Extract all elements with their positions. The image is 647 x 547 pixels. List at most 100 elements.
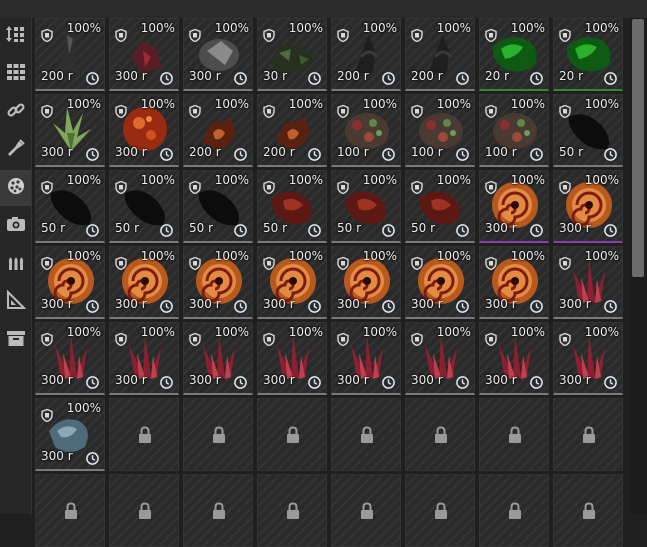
inventory-item-slot[interactable]: 100% 100 r bbox=[331, 94, 401, 167]
inventory-item-slot[interactable]: 100% 100 r bbox=[405, 94, 475, 167]
inventory-item-slot[interactable]: 100% 200 r bbox=[331, 18, 401, 91]
inventory-item-slot[interactable]: 100% 50 r bbox=[109, 170, 179, 243]
scrollbar-thumb[interactable] bbox=[632, 19, 644, 277]
shield-icon bbox=[263, 27, 275, 43]
inventory-item-slot[interactable]: 100% 20 r bbox=[479, 18, 549, 91]
item-price: 300 r bbox=[189, 69, 221, 83]
inventory-item-slot[interactable]: 100% 300 r bbox=[257, 322, 327, 395]
item-durability: 100% bbox=[214, 21, 249, 35]
inventory-item-slot[interactable]: 100% 300 r bbox=[109, 18, 179, 91]
sidebar-tab-orb[interactable] bbox=[0, 170, 31, 206]
inventory-item-slot[interactable]: 100% 300 r bbox=[405, 246, 475, 319]
clock-icon bbox=[308, 298, 321, 313]
sidebar-tab-triangle-ruler[interactable] bbox=[0, 284, 31, 320]
clock-icon bbox=[382, 298, 395, 313]
inventory-item-slot[interactable]: 100% 200 r bbox=[257, 94, 327, 167]
item-price: 50 r bbox=[41, 221, 66, 235]
inventory-item-slot[interactable]: 100% 200 r bbox=[405, 18, 475, 91]
item-price: 100 r bbox=[411, 145, 443, 159]
inventory-item-slot[interactable]: 100% 300 r bbox=[109, 246, 179, 319]
item-durability: 100% bbox=[362, 97, 397, 111]
flashlight-icon bbox=[6, 138, 26, 162]
shield-icon bbox=[559, 255, 571, 271]
inventory-item-slot[interactable]: 100% 100 r bbox=[479, 94, 549, 167]
inventory-item-slot[interactable]: 100% 50 r bbox=[35, 170, 105, 243]
inventory-item-slot[interactable]: 100% 300 r bbox=[35, 322, 105, 395]
item-durability: 100% bbox=[140, 173, 175, 187]
inventory-item-slot[interactable]: 100% 300 r bbox=[35, 246, 105, 319]
clock-icon bbox=[604, 374, 617, 389]
lock-icon bbox=[434, 502, 448, 520]
clock-icon bbox=[86, 70, 99, 85]
orb-icon bbox=[6, 176, 26, 200]
shield-icon bbox=[559, 331, 571, 347]
inventory-item-slot[interactable]: 100% 50 r bbox=[183, 170, 253, 243]
inventory-item-slot[interactable]: 100% 300 r bbox=[479, 322, 549, 395]
inventory-item-slot[interactable]: 100% 30 r bbox=[257, 18, 327, 91]
sidebar-tab-ammo[interactable] bbox=[0, 246, 31, 282]
inventory-item-slot[interactable]: 100% 200 r bbox=[35, 18, 105, 91]
clock-icon bbox=[234, 374, 247, 389]
shield-icon bbox=[485, 103, 497, 119]
scrollbar[interactable] bbox=[630, 18, 647, 514]
locked-slot bbox=[405, 474, 475, 547]
sidebar-tab-link[interactable] bbox=[0, 94, 31, 130]
inventory-item-slot[interactable]: 100% 300 r bbox=[331, 322, 401, 395]
clock-icon bbox=[160, 70, 173, 85]
locked-slot bbox=[257, 474, 327, 547]
clock-icon bbox=[456, 222, 469, 237]
sidebar-tab-camera[interactable] bbox=[0, 208, 31, 244]
inventory-item-slot[interactable]: 100% 300 r bbox=[109, 94, 179, 167]
inventory-item-slot[interactable]: 100% 200 r bbox=[183, 94, 253, 167]
inventory-item-slot[interactable]: 100% 50 r bbox=[257, 170, 327, 243]
clock-icon bbox=[530, 298, 543, 313]
inventory-item-slot[interactable]: 100% 50 r bbox=[405, 170, 475, 243]
inventory-item-slot[interactable]: 100% 300 r bbox=[553, 322, 623, 395]
inventory-item-slot[interactable]: 100% 300 r bbox=[479, 170, 549, 243]
inventory-item-slot[interactable]: 100% 300 r bbox=[331, 246, 401, 319]
clock-icon bbox=[530, 70, 543, 85]
triangle-ruler-icon bbox=[6, 289, 26, 314]
inventory-item-slot[interactable]: 100% 300 r bbox=[405, 322, 475, 395]
inventory-item-slot[interactable]: 100% 300 r bbox=[183, 246, 253, 319]
clock-icon bbox=[456, 298, 469, 313]
item-price: 300 r bbox=[559, 373, 591, 387]
inventory-item-slot[interactable]: 100% 300 r bbox=[257, 246, 327, 319]
lock-icon bbox=[434, 426, 448, 444]
sidebar-tab-grid[interactable] bbox=[0, 56, 31, 92]
inventory-item-slot[interactable]: 100% 300 r bbox=[35, 94, 105, 167]
clock-icon bbox=[604, 222, 617, 237]
sidebar-tab-sort-grid[interactable] bbox=[0, 18, 31, 54]
sidebar-tab-flashlight[interactable] bbox=[0, 132, 31, 168]
shield-icon bbox=[115, 331, 127, 347]
item-durability: 100% bbox=[362, 249, 397, 263]
clock-icon bbox=[86, 450, 99, 465]
inventory-item-slot[interactable]: 100% 50 r bbox=[331, 170, 401, 243]
inventory-item-slot[interactable]: 100% 300 r bbox=[183, 18, 253, 91]
item-price: 300 r bbox=[115, 145, 147, 159]
locked-slot bbox=[553, 474, 623, 547]
shield-icon bbox=[189, 179, 201, 195]
inventory-item-slot[interactable]: 100% 300 r bbox=[553, 246, 623, 319]
shield-icon bbox=[41, 255, 53, 271]
item-price: 300 r bbox=[189, 373, 221, 387]
inventory-item-slot[interactable]: 100% 20 r bbox=[553, 18, 623, 91]
item-price: 300 r bbox=[263, 297, 295, 311]
clock-icon bbox=[382, 70, 395, 85]
clock-icon bbox=[86, 298, 99, 313]
inventory-item-slot[interactable]: 100% 300 r bbox=[109, 322, 179, 395]
inventory-item-slot[interactable]: 100% 300 r bbox=[479, 246, 549, 319]
inventory-item-slot[interactable]: 100% 50 r bbox=[553, 94, 623, 167]
sidebar-tab-archive-box[interactable] bbox=[0, 322, 31, 358]
inventory-item-slot[interactable]: 100% 300 r bbox=[35, 398, 105, 471]
camera-icon bbox=[6, 214, 26, 238]
item-durability: 100% bbox=[288, 249, 323, 263]
inventory-item-slot[interactable]: 100% 300 r bbox=[183, 322, 253, 395]
shield-icon bbox=[115, 179, 127, 195]
clock-icon bbox=[234, 146, 247, 161]
shield-icon bbox=[485, 255, 497, 271]
inventory-item-slot[interactable]: 100% 300 r bbox=[553, 170, 623, 243]
clock-icon bbox=[86, 374, 99, 389]
clock-icon bbox=[160, 222, 173, 237]
locked-slot bbox=[183, 398, 253, 471]
